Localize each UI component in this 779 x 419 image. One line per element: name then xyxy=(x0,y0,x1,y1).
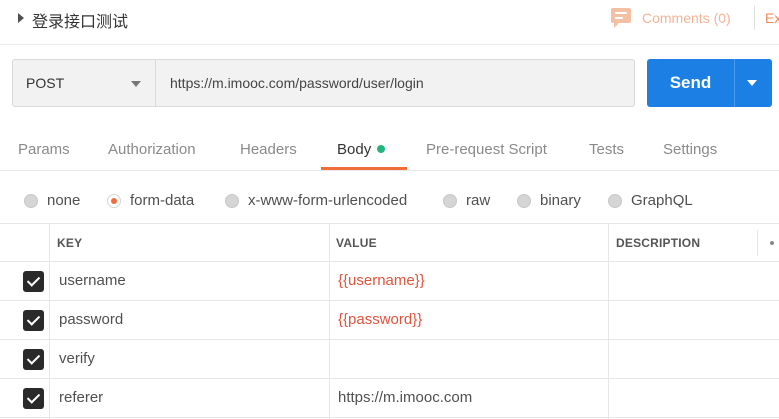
row-key[interactable]: referer xyxy=(59,389,103,406)
radio-icon xyxy=(24,193,38,208)
radio-label: binary xyxy=(540,192,581,209)
comments-button[interactable]: Comments (0) xyxy=(610,6,731,30)
radio-graphql[interactable]: GraphQL xyxy=(608,192,693,209)
row-value[interactable]: https://m.imooc.com xyxy=(338,389,472,406)
send-divider xyxy=(734,59,735,107)
tab-headers[interactable]: Headers xyxy=(240,141,297,158)
url-text: https://m.imooc.com/password/user/login xyxy=(170,75,424,91)
row-key[interactable]: username xyxy=(59,272,126,289)
status-dot-icon xyxy=(377,145,386,154)
send-button[interactable]: Send xyxy=(647,59,734,107)
table-row: username {{username}} xyxy=(0,262,779,301)
row-key[interactable]: verify xyxy=(59,350,95,367)
checkbox-checked[interactable] xyxy=(23,310,44,331)
chevron-down-icon xyxy=(131,81,141,87)
column-header-value: VALUE xyxy=(336,236,377,250)
table-row: password {{password}} xyxy=(0,301,779,340)
radio-icon xyxy=(608,193,622,208)
active-tab-indicator xyxy=(321,167,407,170)
radio-binary[interactable]: binary xyxy=(517,192,581,209)
radio-label: form-data xyxy=(130,192,195,209)
caret-right-icon[interactable] xyxy=(18,13,24,23)
column-header-key: KEY xyxy=(57,236,83,250)
radio-label: x-www-form-urlencoded xyxy=(248,192,408,209)
radio-raw[interactable]: raw xyxy=(443,192,490,209)
comments-label: Comments (0) xyxy=(642,10,731,26)
radio-none[interactable]: none xyxy=(24,192,80,209)
divider xyxy=(754,6,755,30)
table-row: referer https://m.imooc.com xyxy=(0,379,779,418)
radio-icon xyxy=(225,193,239,208)
url-input[interactable]: https://m.imooc.com/password/user/login xyxy=(155,59,635,107)
table-row: verify xyxy=(0,340,779,379)
tab-body-label: Body xyxy=(337,141,372,158)
tab-authorization[interactable]: Authorization xyxy=(108,141,196,158)
radio-label: none xyxy=(47,192,81,209)
request-tabs: Params Authorization Headers Body Pre-re… xyxy=(0,121,779,171)
radio-icon xyxy=(517,193,531,208)
tab-tests[interactable]: Tests xyxy=(589,141,624,158)
body-type-selector: none form-data x-www-form-urlencoded raw… xyxy=(0,171,779,223)
tab-settings[interactable]: Settings xyxy=(663,141,717,158)
column-header-description: DESCRIPTION xyxy=(616,236,701,250)
checkbox-checked[interactable] xyxy=(23,349,44,370)
comment-icon xyxy=(610,7,632,29)
row-value[interactable]: {{username}} xyxy=(338,272,425,289)
examples-link[interactable]: Ex xyxy=(765,10,779,26)
tab-pre-request-script[interactable]: Pre-request Script xyxy=(426,141,547,158)
more-dots-icon[interactable] xyxy=(770,241,774,245)
radio-icon xyxy=(443,193,457,208)
request-title-bar: 登录接口测试 Comments (0) Ex xyxy=(0,0,779,45)
checkbox-checked[interactable] xyxy=(23,388,44,409)
method-label: POST xyxy=(26,75,65,91)
method-select[interactable]: POST xyxy=(12,59,156,107)
request-name[interactable]: 登录接口测试 xyxy=(32,8,128,32)
form-data-table: KEY VALUE DESCRIPTION username {{usernam… xyxy=(0,223,779,419)
radio-form-data[interactable]: form-data xyxy=(107,192,194,209)
row-value[interactable]: {{password}} xyxy=(338,311,422,328)
radio-label: raw xyxy=(466,192,491,209)
radio-selected-icon xyxy=(107,193,121,208)
tab-body[interactable]: Body xyxy=(337,141,386,158)
table-header: KEY VALUE DESCRIPTION xyxy=(0,224,779,262)
checkbox-checked[interactable] xyxy=(23,271,44,292)
chevron-down-icon[interactable] xyxy=(747,80,757,86)
column-divider xyxy=(757,230,758,256)
row-key[interactable]: password xyxy=(59,311,123,328)
radio-x-www-form-urlencoded[interactable]: x-www-form-urlencoded xyxy=(225,192,407,209)
tab-params[interactable]: Params xyxy=(18,141,70,158)
radio-label: GraphQL xyxy=(631,192,693,209)
send-button-group[interactable]: Send xyxy=(647,59,772,107)
